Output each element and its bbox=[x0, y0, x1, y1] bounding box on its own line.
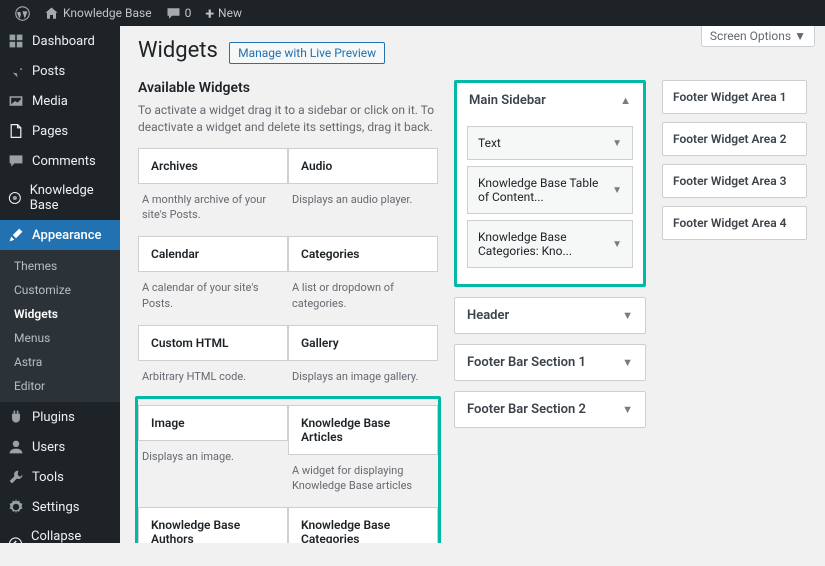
menu-item-dashboard[interactable]: Dashboard bbox=[0, 26, 120, 56]
screen-options-button[interactable]: Screen Options ▼ bbox=[701, 26, 815, 47]
dashboard-icon bbox=[8, 33, 24, 49]
available-widget: CalendarA calendar of your site's Posts. bbox=[138, 236, 288, 325]
collapse-icon bbox=[8, 536, 23, 552]
widget-area-header[interactable]: Header▼ bbox=[455, 298, 645, 333]
media-icon bbox=[8, 93, 24, 109]
menu-item-plugins[interactable]: Plugins bbox=[0, 402, 120, 432]
chevron-down-icon: ▼ bbox=[794, 29, 806, 43]
widget-archives[interactable]: Archives bbox=[138, 148, 288, 184]
wordpress-icon bbox=[15, 6, 30, 21]
main-sidebar-title: Main Sidebar bbox=[469, 93, 546, 108]
comment-icon bbox=[8, 153, 24, 169]
available-widget: Knowledge Base AuthorsA widget for displ… bbox=[138, 507, 288, 543]
widget-calendar[interactable]: Calendar bbox=[138, 236, 288, 272]
submenu-item-themes[interactable]: Themes bbox=[0, 254, 120, 278]
widget-knowledge-base-categories[interactable]: Knowledge Base Categories bbox=[288, 507, 438, 543]
available-widget: GalleryDisplays an image gallery. bbox=[288, 325, 438, 398]
chevron-up-icon: ▲ bbox=[620, 94, 631, 107]
wp-logo[interactable] bbox=[8, 0, 37, 26]
widget-area-footer-bar-section-2[interactable]: Footer Bar Section 2▼ bbox=[455, 392, 645, 427]
main-sidebar-header[interactable]: Main Sidebar ▲ bbox=[457, 83, 643, 118]
admin-bar: Knowledge Base 0 +New bbox=[0, 0, 825, 26]
submenu-item-editor[interactable]: Editor bbox=[0, 374, 120, 398]
tool-icon bbox=[8, 469, 24, 485]
chevron-down-icon: ▼ bbox=[622, 356, 633, 369]
widget-area-footer-bar-section-1[interactable]: Footer Bar Section 1▼ bbox=[455, 345, 645, 380]
menu-item-users[interactable]: Users bbox=[0, 432, 120, 462]
chevron-down-icon: ▼ bbox=[612, 138, 622, 149]
widget-area-footer-widget-area-1[interactable]: Footer Widget Area 1 bbox=[662, 80, 807, 114]
page-title: Widgets bbox=[138, 38, 218, 63]
comments-link[interactable]: 0 bbox=[159, 0, 199, 26]
user-icon bbox=[8, 439, 24, 455]
available-widget: AudioDisplays an audio player. bbox=[288, 148, 438, 237]
sidebar-widget[interactable]: Knowledge Base Table of Content...▼ bbox=[467, 166, 633, 214]
new-link[interactable]: +New bbox=[198, 0, 249, 26]
submenu-item-menus[interactable]: Menus bbox=[0, 326, 120, 350]
widget-knowledge-base-articles[interactable]: Knowledge Base Articles bbox=[288, 405, 438, 455]
menu-item-settings[interactable]: Settings bbox=[0, 492, 120, 522]
widget-image[interactable]: Image bbox=[138, 405, 288, 441]
submenu-item-customize[interactable]: Customize bbox=[0, 278, 120, 302]
chevron-down-icon: ▼ bbox=[622, 403, 633, 416]
sidebar-widget[interactable]: Text▼ bbox=[467, 126, 633, 160]
menu-item-media[interactable]: Media bbox=[0, 86, 120, 116]
widget-gallery[interactable]: Gallery bbox=[288, 325, 438, 361]
available-widget: ArchivesA monthly archive of your site's… bbox=[138, 148, 288, 237]
available-widget: ImageDisplays an image. bbox=[138, 405, 288, 508]
main-sidebar-highlight: Main Sidebar ▲ Text▼ Knowledge Base Table… bbox=[454, 80, 646, 287]
kb-icon bbox=[8, 190, 22, 206]
menu-item-tools[interactable]: Tools bbox=[0, 462, 120, 492]
site-link[interactable]: Knowledge Base bbox=[37, 0, 159, 26]
menu-item-pages[interactable]: Pages bbox=[0, 116, 120, 146]
available-widget: Knowledge Base CategoriesA widget for di… bbox=[288, 507, 438, 543]
home-icon bbox=[44, 6, 59, 21]
widget-audio[interactable]: Audio bbox=[288, 148, 438, 184]
available-widget: Knowledge Base ArticlesA widget for disp… bbox=[288, 405, 438, 508]
available-widgets-desc: To activate a widget drag it to a sideba… bbox=[138, 102, 438, 136]
widget-area-footer-widget-area-4[interactable]: Footer Widget Area 4 bbox=[662, 206, 807, 240]
pin-icon bbox=[8, 63, 24, 79]
widget-knowledge-base-authors[interactable]: Knowledge Base Authors bbox=[138, 507, 288, 543]
menu-item-comments[interactable]: Comments bbox=[0, 146, 120, 176]
chevron-down-icon: ▼ bbox=[612, 239, 622, 250]
admin-sidebar: DashboardPostsMediaPagesCommentsKnowledg… bbox=[0, 0, 120, 543]
chevron-down-icon: ▼ bbox=[622, 309, 633, 322]
available-widget: Custom HTMLArbitrary HTML code. bbox=[138, 325, 288, 398]
comment-icon bbox=[166, 6, 181, 21]
sidebar-widget[interactable]: Knowledge Base Categories: Kno...▼ bbox=[467, 220, 633, 268]
sidebar-areas-column: Main Sidebar ▲ Text▼ Knowledge Base Table… bbox=[454, 80, 646, 543]
footer-areas-column: Footer Widget Area 1 Footer Widget Area 2… bbox=[662, 80, 807, 543]
page-icon bbox=[8, 123, 24, 139]
live-preview-button[interactable]: Manage with Live Preview bbox=[229, 42, 385, 64]
submenu-item-widgets[interactable]: Widgets bbox=[0, 302, 120, 326]
menu-item-knowledge-base[interactable]: Knowledge Base bbox=[0, 176, 120, 220]
widget-categories[interactable]: Categories bbox=[288, 236, 438, 272]
available-widgets-column: Available Widgets To activate a widget d… bbox=[138, 80, 438, 543]
available-widgets-title: Available Widgets bbox=[138, 80, 438, 96]
widget-custom-html[interactable]: Custom HTML bbox=[138, 325, 288, 361]
available-widget: CategoriesA list or dropdown of categori… bbox=[288, 236, 438, 325]
chevron-down-icon: ▼ bbox=[612, 185, 622, 196]
content-area: Screen Options ▼ Widgets Manage with Liv… bbox=[120, 0, 825, 543]
widget-area-footer-widget-area-2[interactable]: Footer Widget Area 2 bbox=[662, 122, 807, 156]
plugin-icon bbox=[8, 409, 24, 425]
brush-icon bbox=[8, 227, 24, 243]
menu-item-posts[interactable]: Posts bbox=[0, 56, 120, 86]
widget-area-footer-widget-area-3[interactable]: Footer Widget Area 3 bbox=[662, 164, 807, 198]
menu-item-appearance[interactable]: Appearance bbox=[0, 220, 120, 250]
submenu-item-astra[interactable]: Astra bbox=[0, 350, 120, 374]
menu-item-collapse-menu[interactable]: Collapse menu bbox=[0, 522, 120, 566]
settings-icon bbox=[8, 499, 24, 515]
